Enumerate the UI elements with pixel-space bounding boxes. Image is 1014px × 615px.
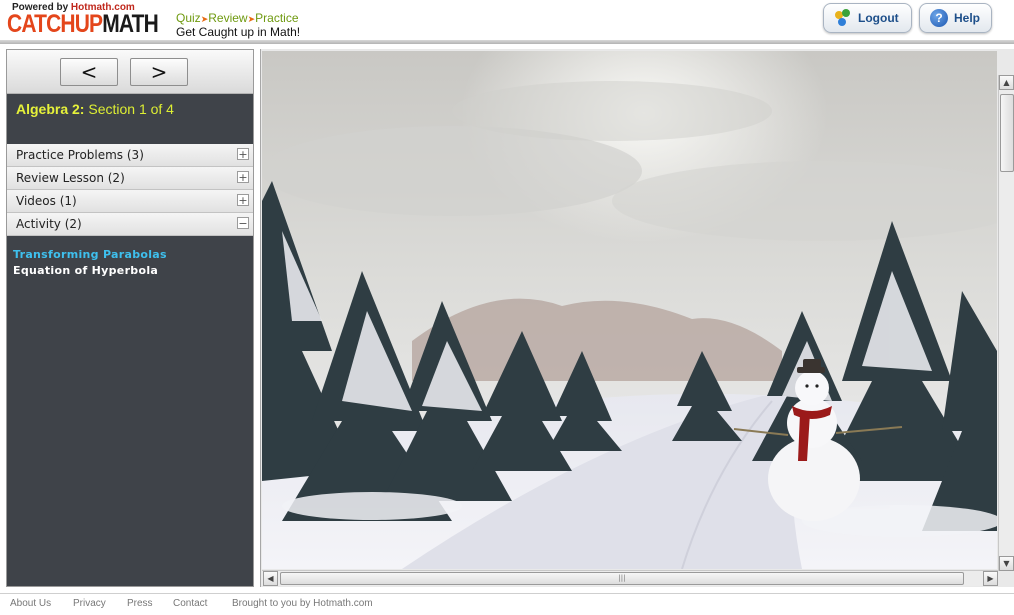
scroll-down-icon[interactable]: ▼ — [999, 556, 1014, 571]
activity-list: Transforming Parabolas Equation of Hyper… — [13, 247, 167, 279]
logout-button[interactable]: Logout — [823, 3, 912, 33]
footer-link-about-us[interactable]: About Us — [10, 598, 51, 609]
activity-link-transforming-parabolas[interactable]: Transforming Parabolas — [13, 247, 167, 263]
logo-part-math: MATH — [102, 10, 159, 38]
footer-link-contact[interactable]: Contact — [173, 598, 207, 609]
accordion-label: Practice Problems (3) — [16, 148, 144, 162]
accordion-practice-problems[interactable]: Practice Problems (3) + — [7, 144, 253, 167]
activity-link-equation-of-hyperbola[interactable]: Equation of Hyperbola — [13, 263, 167, 279]
expand-icon[interactable]: + — [237, 171, 249, 183]
tag-practice: Practice — [255, 11, 299, 25]
help-label: Help — [954, 11, 981, 25]
accordion-label: Videos (1) — [16, 194, 77, 208]
logo-part-catchup: CATCHUP — [7, 10, 103, 38]
tag-quiz: Quiz — [176, 11, 201, 25]
lesson-panel: < > Algebra 2: Section 1 of 4 Practice P… — [6, 49, 254, 587]
content-viewer: ▲ ▼ ◀ ||| ▶ — [260, 49, 1014, 587]
accordion-label: Activity (2) — [16, 217, 82, 231]
accordion-activity[interactable]: Activity (2) − — [7, 213, 253, 236]
next-button[interactable]: > — [130, 58, 188, 86]
section-progress: Section 1 of 4 — [88, 101, 174, 117]
footer-brought-by[interactable]: Brought to you by Hotmath.com — [232, 598, 373, 609]
footer: About Us Privacy Press Contact Brought t… — [0, 593, 1014, 615]
accordion-videos[interactable]: Videos (1) + — [7, 190, 253, 213]
tag-review: Review — [208, 11, 248, 25]
resource-accordion: Practice Problems (3) + Review Lesson (2… — [7, 144, 253, 236]
scroll-up-icon[interactable]: ▲ — [999, 75, 1014, 90]
horizontal-scrollbar[interactable]: ◀ ||| ▶ — [262, 570, 998, 586]
catchupmath-logo[interactable]: CATCHUPMATH — [7, 10, 159, 38]
footer-link-press[interactable]: Press — [127, 598, 153, 609]
course-name: Algebra 2: — [16, 101, 85, 117]
help-button[interactable]: ? Help — [919, 3, 992, 33]
previous-button[interactable]: < — [60, 58, 118, 86]
accordion-label: Review Lesson (2) — [16, 171, 125, 185]
tagline: Quiz➤Review➤Practice Get Caught up in Ma… — [176, 12, 300, 39]
vertical-scroll-thumb[interactable] — [1000, 94, 1014, 172]
help-icon: ? — [930, 9, 948, 27]
tagline-text: Get Caught up in Math! — [176, 25, 301, 39]
arrow-right-icon: ➤ — [247, 14, 256, 24]
footer-link-privacy[interactable]: Privacy — [73, 598, 106, 609]
header: Powered by Hotmath.com CATCHUPMATH Quiz➤… — [0, 0, 1014, 40]
snow-scene-image — [262, 51, 997, 569]
expand-icon[interactable]: + — [237, 194, 249, 206]
logout-label: Logout — [858, 11, 899, 25]
lesson-nav-bar: < > — [7, 50, 253, 94]
horizontal-scroll-thumb[interactable]: ||| — [280, 572, 964, 585]
header-divider — [0, 40, 1014, 44]
accordion-review-lesson[interactable]: Review Lesson (2) + — [7, 167, 253, 190]
scroll-right-icon[interactable]: ▶ — [983, 571, 998, 586]
people-icon — [834, 9, 852, 27]
tagline-steps: Quiz➤Review➤Practice — [176, 12, 300, 26]
collapse-icon[interactable]: − — [237, 217, 249, 229]
vertical-scrollbar[interactable]: ▲ ▼ — [998, 75, 1014, 571]
section-title: Algebra 2: Section 1 of 4 — [16, 101, 174, 117]
expand-icon[interactable]: + — [237, 148, 249, 160]
scroll-left-icon[interactable]: ◀ — [263, 571, 278, 586]
